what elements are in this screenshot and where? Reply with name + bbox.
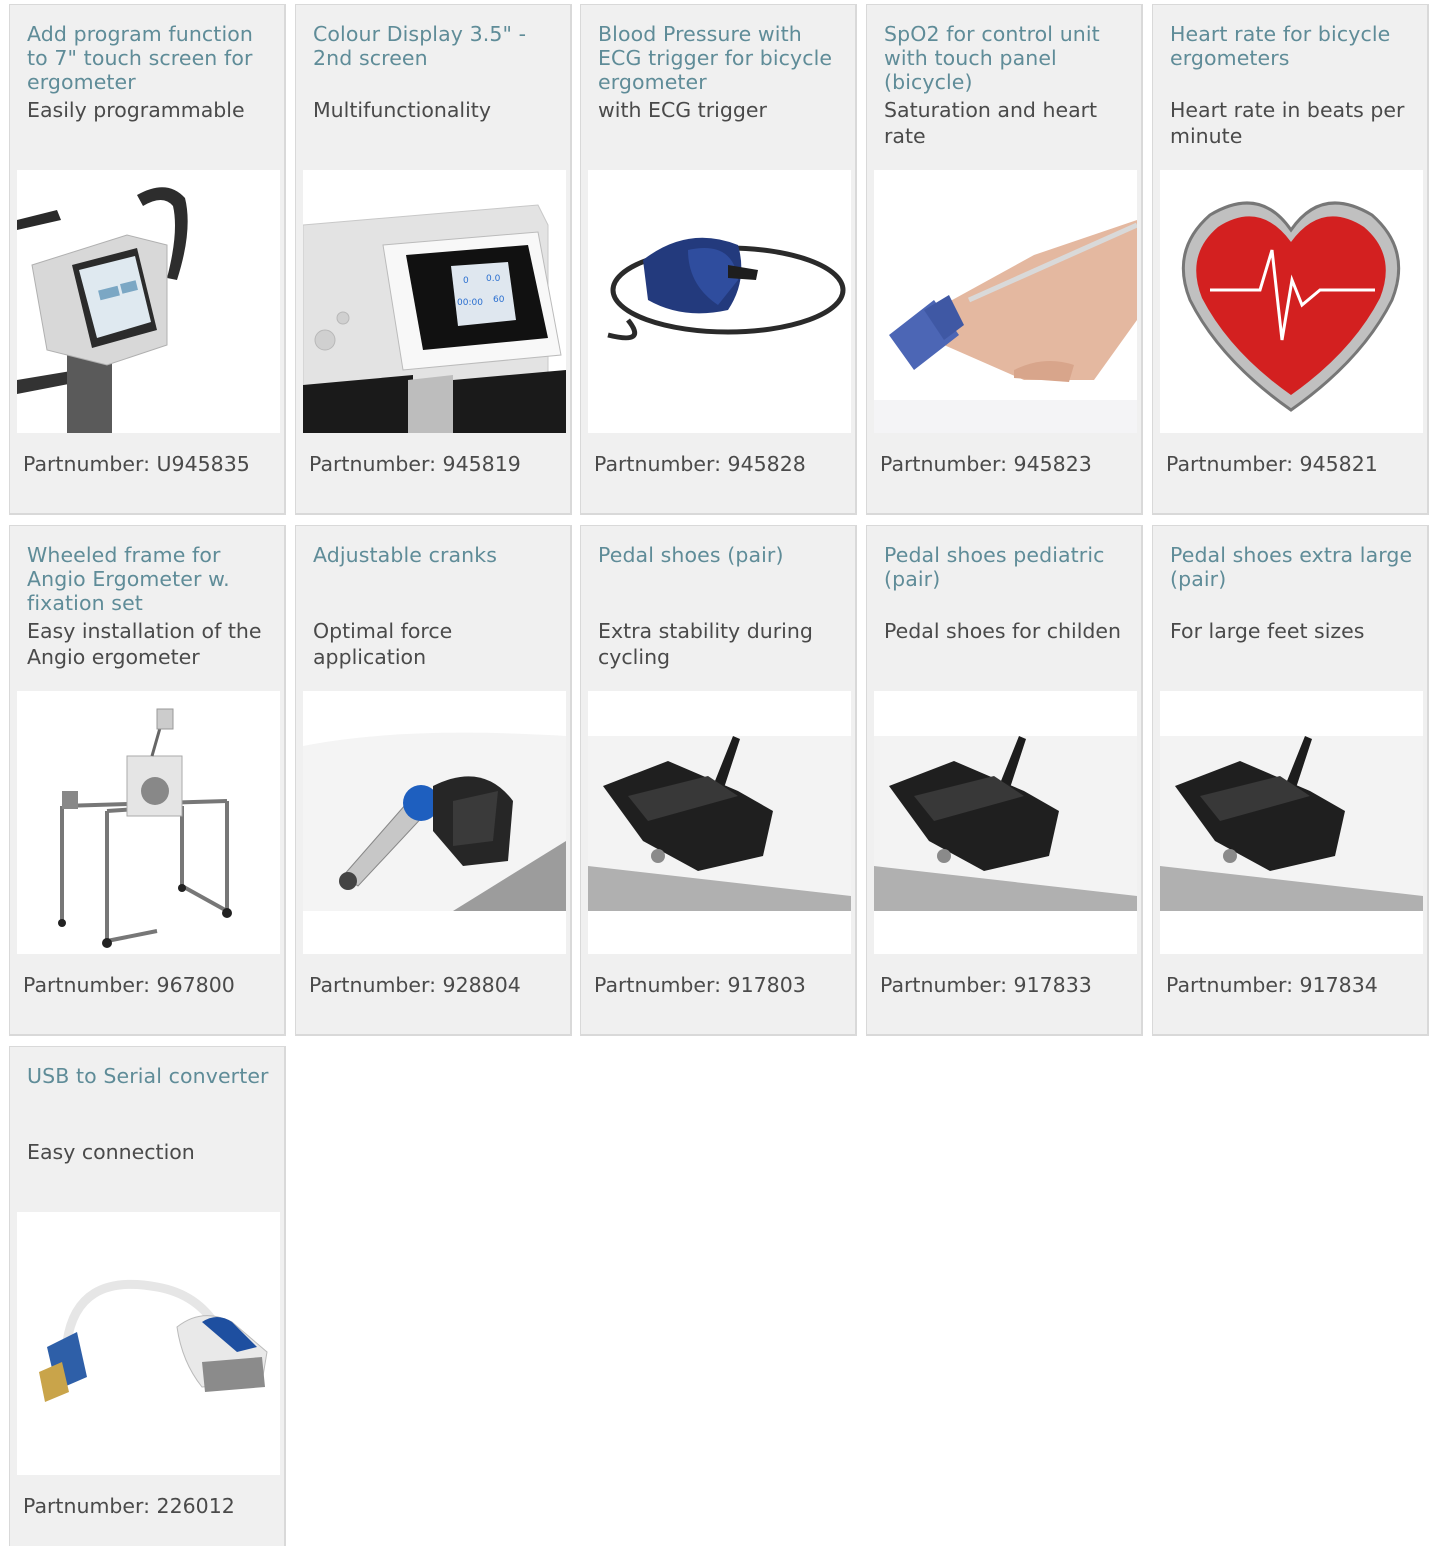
product-title[interactable]: Pedal shoes extra large (pair) (1170, 543, 1415, 591)
colour-display-image[interactable]: 0 0.0 00:00 60 (303, 170, 566, 433)
product-title[interactable]: Heart rate for bicycle ergometers (1170, 22, 1415, 70)
wheeled-frame-image[interactable] (17, 691, 280, 954)
pedal-shoe-image[interactable] (874, 691, 1137, 954)
part-number: Partnumber: 945828 (594, 452, 806, 476)
product-grid: Add program function to 7" touch screen … (0, 0, 1434, 1546)
product-card[interactable]: Add program function to 7" touch screen … (9, 4, 286, 515)
product-card[interactable]: Pedal shoes extra large (pair) For large… (1152, 525, 1429, 1036)
heart-rate-image[interactable] (1160, 170, 1423, 433)
pedal-shoe-image[interactable] (588, 691, 851, 954)
product-title[interactable]: Pedal shoes pediatric (pair) (884, 543, 1129, 591)
part-number: Partnumber: 917833 (880, 973, 1092, 997)
product-subtitle: Heart rate in beats per minute (1170, 98, 1405, 148)
adjustable-crank-image[interactable] (303, 691, 566, 954)
part-number: Partnumber: 928804 (309, 973, 521, 997)
product-title[interactable]: Adjustable cranks (313, 543, 558, 567)
product-subtitle: Easy connection (27, 1140, 195, 1164)
product-card[interactable]: Heart rate for bicycle ergometers Heart … (1152, 4, 1429, 515)
display-value: 0 (463, 276, 469, 286)
part-number: Partnumber: 917803 (594, 973, 806, 997)
part-number: Partnumber: 226012 (23, 1494, 235, 1518)
part-number: Partnumber: 945821 (1166, 452, 1378, 476)
display-value: 00:00 (457, 298, 483, 308)
product-card[interactable]: Blood Pressure with ECG trigger for bicy… (580, 4, 857, 515)
product-title[interactable]: SpO2 for control unit with touch panel (… (884, 22, 1129, 94)
product-title[interactable]: Add program function to 7" touch screen … (27, 22, 272, 94)
part-number: Partnumber: 917834 (1166, 973, 1378, 997)
product-card[interactable]: Pedal shoes pediatric (pair) Pedal shoes… (866, 525, 1143, 1036)
product-card[interactable]: Colour Display 3.5" - 2nd screen Multifu… (295, 4, 572, 515)
usb-serial-cable-image[interactable] (17, 1212, 280, 1475)
product-subtitle: Multifunctionality (313, 98, 491, 122)
part-number: Partnumber: 945819 (309, 452, 521, 476)
product-card[interactable]: USB to Serial converter Easy connection … (9, 1046, 286, 1546)
touchscreen-display-image[interactable] (17, 170, 280, 433)
product-subtitle: Saturation and heart rate (884, 98, 1098, 148)
product-card[interactable]: SpO2 for control unit with touch panel (… (866, 4, 1143, 515)
display-value: 60 (493, 295, 505, 305)
product-subtitle: with ECG trigger (598, 98, 767, 122)
finger-sensor-image[interactable] (874, 170, 1137, 433)
product-subtitle: For large feet sizes (1170, 619, 1365, 643)
product-subtitle: Pedal shoes for childen (884, 619, 1122, 643)
product-title[interactable]: Colour Display 3.5" - 2nd screen (313, 22, 558, 70)
part-number: Partnumber: 967800 (23, 973, 235, 997)
part-number: Partnumber: U945835 (23, 452, 250, 476)
product-subtitle: Easily programmable (27, 98, 245, 122)
product-title[interactable]: Wheeled frame for Angio Ergometer w. fix… (27, 543, 272, 615)
product-subtitle: Easy installation of the Angio ergometer (27, 619, 262, 669)
part-number: Partnumber: 945823 (880, 452, 1092, 476)
product-card[interactable]: Pedal shoes (pair) Extra stability durin… (580, 525, 857, 1036)
product-card[interactable]: Adjustable cranks Optimal force applicat… (295, 525, 572, 1036)
product-card[interactable]: Wheeled frame for Angio Ergometer w. fix… (9, 525, 286, 1036)
product-title[interactable]: Blood Pressure with ECG trigger for bicy… (598, 22, 843, 94)
product-title[interactable]: Pedal shoes (pair) (598, 543, 843, 567)
pedal-shoe-image[interactable] (1160, 691, 1423, 954)
product-subtitle: Extra stability during cycling (598, 619, 813, 669)
product-subtitle: Optimal force application (313, 619, 453, 669)
product-title[interactable]: USB to Serial converter (27, 1064, 272, 1088)
display-value: 0.0 (486, 274, 501, 284)
blood-pressure-cuff-image[interactable] (588, 170, 851, 433)
